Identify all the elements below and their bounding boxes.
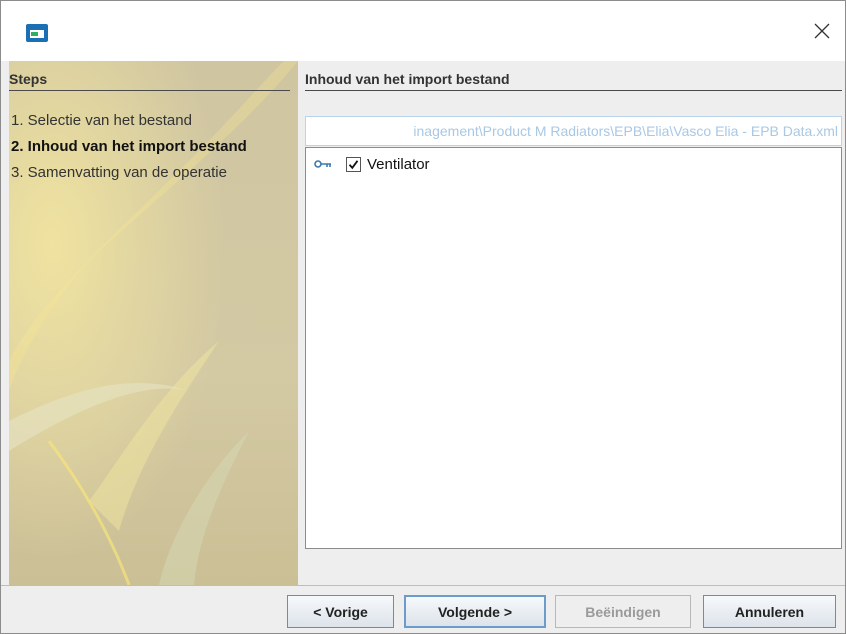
close-button[interactable] — [799, 1, 845, 61]
title-bar — [1, 1, 845, 61]
previous-button[interactable]: < Vorige — [287, 595, 394, 628]
steps-title: Steps — [9, 71, 48, 87]
title-divider — [305, 90, 842, 91]
import-wizard-window: Steps 1. Selectie van het bestand 2. Inh… — [0, 0, 846, 634]
ventilator-checkbox[interactable] — [346, 156, 361, 172]
next-button[interactable]: Volgende > — [404, 595, 546, 628]
tree-node-label: Ventilator — [367, 155, 430, 173]
tree-node-ventilator[interactable]: Ventilator — [314, 154, 430, 174]
cancel-button[interactable]: Annuleren — [703, 595, 836, 628]
steps-divider — [9, 90, 290, 91]
close-icon — [814, 23, 830, 39]
finish-button[interactable]: Beëindigen — [555, 595, 691, 628]
button-bar: < Vorige Volgende > Beëindigen Annuleren — [1, 585, 845, 633]
file-path-field[interactable]: inagement\Product M Radiators\EPB\Elia\V… — [305, 116, 842, 146]
step-item-2-current: 2. Inhoud van het import bestand — [11, 138, 247, 155]
file-path-value: inagement\Product M Radiators\EPB\Elia\V… — [413, 123, 838, 139]
step-item-3: 3. Samenvatting van de operatie — [11, 164, 227, 181]
key-icon — [314, 160, 331, 168]
wizard-content: Steps 1. Selectie van het bestand 2. Inh… — [1, 61, 845, 585]
app-icon — [26, 24, 48, 42]
page-title: Inhoud van het import bestand — [305, 71, 510, 87]
step-item-1: 1. Selectie van het bestand — [11, 112, 192, 129]
steps-panel: Steps 1. Selectie van het bestand 2. Inh… — [9, 61, 298, 585]
import-content-tree[interactable]: Ventilator — [305, 147, 842, 549]
checkmark-icon — [348, 159, 359, 169]
